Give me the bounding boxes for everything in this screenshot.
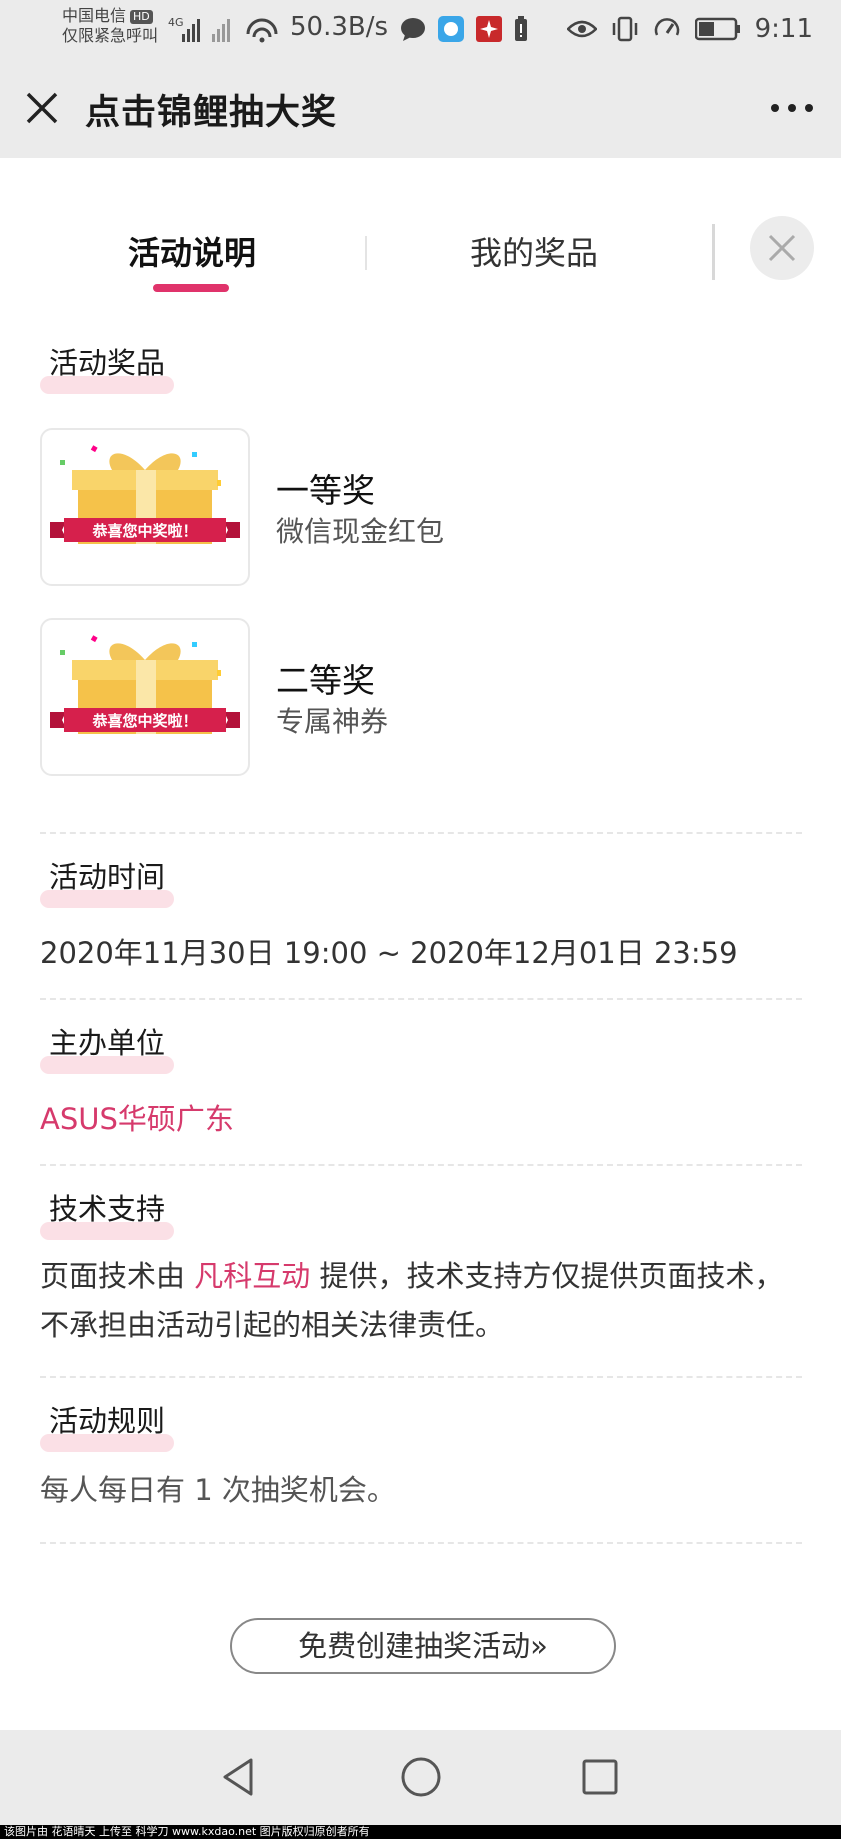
tech-provider-link[interactable]: 凡科互动 [194, 1259, 310, 1293]
app-icon-blue [438, 16, 464, 42]
prize-rank: 一等奖 [276, 471, 375, 510]
title-bar: 点击锦鲤抽大奖 [0, 58, 841, 158]
battery-alert-icon [515, 16, 527, 41]
prize-item: 恭喜您中奖啦！ 一等奖 微信现金红包 [40, 428, 802, 586]
gift-box-icon: 恭喜您中奖啦！ [50, 635, 240, 734]
section-title-tech-support: 技术支持 [40, 1186, 175, 1240]
tab-bar: 活动说明 我的奖品 [0, 158, 841, 298]
battery-icon [694, 17, 740, 41]
hd-badge: HD [130, 9, 153, 24]
prize-description: 微信现金红包 [276, 515, 445, 548]
status-bar: 中国电信 HD 仅限紧急呼叫 4G 50.3B/s 9:11 [0, 0, 841, 58]
tab-divider [712, 224, 715, 280]
carrier-info: 中国电信 HD 仅限紧急呼叫 [62, 6, 158, 46]
gift-box-icon: 恭喜您中奖啦！ [50, 445, 240, 544]
system-nav-bar [0, 1730, 841, 1825]
create-lottery-button[interactable]: 免费创建抽奖活动» [230, 1618, 616, 1674]
tab-my-prizes[interactable]: 我的奖品 [470, 228, 598, 274]
tech-text-prefix: 页面技术由 [40, 1259, 195, 1293]
section-title-time: 活动时间 [40, 854, 175, 908]
section-title-rules: 活动规则 [40, 1398, 175, 1452]
network-type: 4G [168, 16, 184, 29]
active-tab-indicator [153, 284, 229, 292]
section-title-organizer: 主办单位 [40, 1020, 175, 1074]
carrier-status: 仅限紧急呼叫 [62, 26, 159, 45]
section-divider [40, 1376, 802, 1378]
signal-icon: 4G [168, 16, 278, 43]
net-speed: 50.3B/s [290, 12, 389, 42]
gift-box-image: 恭喜您中奖啦！ [40, 428, 250, 586]
chat-bubble-icon [401, 18, 425, 41]
watermark-footer: 该图片由 花语晴天 上传至 科学刀 www.kxdao.net 图片版权归原创者… [0, 1825, 841, 1839]
page-title: 点击锦鲤抽大奖 [85, 93, 338, 133]
back-triangle-icon[interactable] [215, 1752, 265, 1802]
organizer-name: ASUS华硕广东 [40, 1102, 234, 1136]
recents-square-icon[interactable] [575, 1752, 625, 1802]
eye-icon [566, 20, 597, 38]
system-status: 9:11 [566, 10, 813, 48]
ribbon-text: 恭喜您中奖啦！ [91, 522, 197, 540]
carrier-name: 中国电信 [62, 6, 127, 25]
rules-text: 每人每日有 1 次抽奖机会。 [40, 1473, 396, 1507]
section-divider [40, 1164, 802, 1166]
more-options-icon[interactable] [767, 98, 817, 118]
close-icon [768, 234, 796, 262]
activity-time: 2020年11月30日 19:00 ~ 2020年12月01日 23:59 [40, 936, 738, 970]
panel-close-button[interactable] [750, 216, 814, 280]
prize-description: 专属神券 [276, 705, 389, 738]
vibrate-icon [612, 16, 637, 42]
app-icon-red [476, 16, 502, 42]
section-divider [40, 832, 802, 834]
section-divider [40, 1542, 802, 1544]
home-circle-icon[interactable] [396, 1752, 446, 1802]
gift-box-image: 恭喜您中奖啦！ [40, 618, 250, 776]
section-title-prizes: 活动奖品 [40, 340, 175, 394]
prize-item: 恭喜您中奖啦！ 二等奖 专属神券 [40, 618, 802, 776]
tab-divider [365, 236, 367, 270]
prize-rank: 二等奖 [276, 661, 375, 700]
close-icon[interactable] [22, 88, 62, 128]
ribbon-text: 恭喜您中奖啦！ [91, 712, 197, 730]
tab-activity-info[interactable]: 活动说明 [128, 228, 256, 274]
speedometer-icon [654, 18, 679, 36]
section-divider [40, 998, 802, 1000]
tech-support-text: 页面技术由 凡科互动 提供，技术支持方仅提供页面技术，不承担由活动引起的相关法律… [40, 1252, 802, 1350]
notification-icons [400, 12, 528, 46]
clock: 9:11 [754, 14, 813, 44]
